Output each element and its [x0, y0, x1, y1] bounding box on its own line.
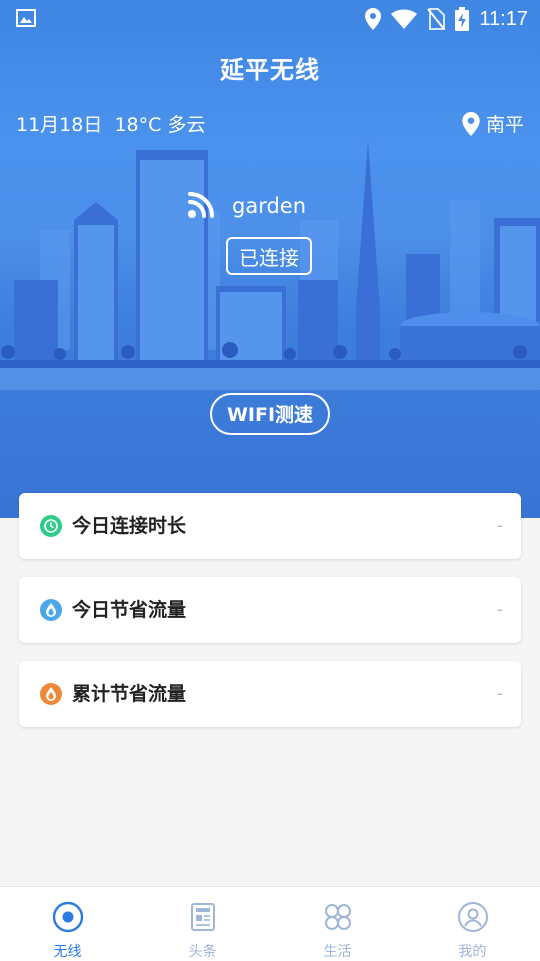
profile-icon	[458, 902, 488, 932]
battery-charging-icon	[455, 7, 470, 31]
stat-value: -	[496, 683, 504, 704]
stat-label: 今日节省流量	[72, 599, 187, 621]
stat-value: -	[496, 599, 504, 620]
wifi-ssid: garden	[232, 194, 307, 218]
wifi-icon	[391, 9, 418, 29]
location-icon	[365, 8, 382, 30]
image-icon	[16, 9, 36, 27]
hero-banner: 11:17 延平无线 11月18日 18°C 多云 南平 garden 已连接 …	[0, 0, 540, 518]
tab-label: 无线	[53, 944, 82, 960]
wifi-speed-test-button[interactable]: WIFI测速	[210, 393, 330, 435]
connection-status-badge: 已连接	[226, 237, 312, 275]
life-grid-icon	[325, 904, 351, 930]
status-time: 11:17	[479, 7, 528, 30]
tab-mine[interactable]: 我的	[405, 887, 540, 961]
bottom-tab-bar: 无线 头条 生活 我的	[0, 886, 540, 961]
weather-info: 11月18日 18°C 多云	[16, 110, 205, 137]
tab-wireless[interactable]: 无线	[0, 887, 135, 961]
stat-card-total-saved-data[interactable]: 累计节省流量 -	[19, 661, 521, 727]
weather-temperature: 18°C	[114, 114, 162, 136]
wifi-ssid-row: garden	[186, 192, 306, 220]
location-pin-icon	[462, 111, 480, 136]
stat-value: -	[496, 515, 504, 536]
status-bar: 11:17	[0, 0, 540, 38]
stat-card-today-saved-data[interactable]: 今日节省流量 -	[19, 577, 521, 643]
tab-label: 我的	[458, 944, 487, 960]
location-name: 南平	[485, 114, 524, 136]
no-sim-icon	[427, 8, 446, 30]
weather-condition: 多云	[167, 114, 206, 136]
tab-news[interactable]: 头条	[135, 887, 270, 961]
app-title: 延平无线	[220, 56, 320, 84]
tab-label: 生活	[323, 944, 352, 960]
clock-icon	[40, 515, 62, 537]
tab-label: 头条	[188, 944, 217, 960]
wifi-signal-icon	[188, 192, 214, 218]
stat-label: 今日连接时长	[72, 515, 187, 537]
weather-date: 11月18日	[16, 114, 103, 136]
stat-card-connection-duration[interactable]: 今日连接时长 -	[19, 493, 521, 559]
news-icon	[191, 903, 215, 931]
flame-icon	[40, 683, 62, 705]
wireless-icon	[52, 901, 84, 933]
tab-life[interactable]: 生活	[270, 887, 405, 961]
location-selector[interactable]: 南平	[462, 110, 524, 137]
drop-icon	[40, 599, 62, 621]
stat-label: 累计节省流量	[72, 683, 187, 705]
